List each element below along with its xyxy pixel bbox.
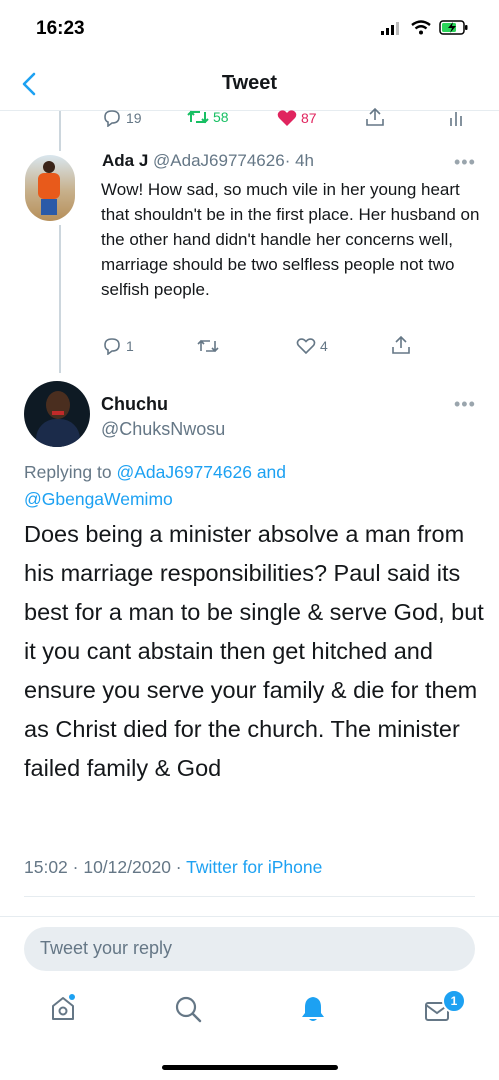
chuchu-name[interactable]: Chuchu <box>101 394 168 415</box>
search-icon[interactable] <box>174 995 202 1023</box>
heart-filled-icon <box>277 110 297 126</box>
ada-time: · 4h <box>284 151 314 170</box>
messages-badge: 1 <box>442 989 466 1013</box>
ada-like-button[interactable]: 4 <box>296 337 328 355</box>
tweet-meta: 15:02 · 10/12/2020 · Twitter for iPhone <box>24 857 322 878</box>
replying-and: and <box>256 462 287 482</box>
replying-user-1[interactable]: @AdaJ69774626 <box>116 462 252 482</box>
share-icon <box>392 335 410 354</box>
avatar-ada[interactable] <box>25 155 75 221</box>
home-indicator <box>162 1065 338 1070</box>
ada-like-count: 4 <box>320 338 328 354</box>
ada-header: Ada J @AdaJ69774626· 4h <box>102 151 314 171</box>
heart-icon <box>296 338 316 355</box>
prev-reply-button[interactable]: 19 <box>102 109 142 127</box>
replying-to: Replying to @AdaJ69774626 and @GbengaWem… <box>24 459 464 513</box>
prev-like-button[interactable]: 87 <box>277 109 317 127</box>
avatar-chuchu[interactable] <box>24 381 90 447</box>
ada-retweet-button[interactable] <box>197 338 219 354</box>
ada-more-icon[interactable]: ••• <box>454 152 476 173</box>
prev-share-button[interactable] <box>365 107 385 127</box>
thread-line-mid <box>59 225 61 373</box>
prev-like-count: 87 <box>301 110 317 126</box>
status-icons <box>381 20 469 35</box>
page-title: Tweet <box>221 72 278 94</box>
tweet-source[interactable]: Twitter for iPhone <box>186 857 322 877</box>
battery-icon <box>439 20 468 35</box>
notifications-bell-icon[interactable] <box>300 995 326 1023</box>
reply-icon <box>104 338 120 355</box>
chuchu-more-icon[interactable]: ••• <box>454 394 476 415</box>
ada-reply-button[interactable]: 1 <box>102 337 134 355</box>
ada-name[interactable]: Ada J <box>102 151 148 170</box>
analytics-icon <box>450 112 462 126</box>
home-icon[interactable] <box>50 994 76 1022</box>
main-tweet-text: Does being a minister absolve a man from… <box>24 521 484 781</box>
ada-share-button[interactable] <box>391 335 411 355</box>
signal-icon <box>381 21 399 35</box>
chuchu-handle[interactable]: @ChuksNwosu <box>101 419 225 440</box>
replying-prefix: Replying to <box>24 462 112 482</box>
status-time: 16:23 <box>36 18 85 39</box>
prev-retweet-button[interactable]: 58 <box>187 109 229 125</box>
wifi-icon <box>411 20 431 35</box>
retweet-icon <box>197 339 219 353</box>
prev-retweet-count: 58 <box>213 109 229 125</box>
reply-bar-border <box>0 916 499 917</box>
thread-line-top <box>59 111 61 151</box>
reply-icon <box>104 110 120 127</box>
retweet-icon <box>187 110 209 124</box>
ada-handle[interactable]: @AdaJ69774626 <box>153 151 285 170</box>
reply-placeholder: Tweet your reply <box>40 938 173 958</box>
ada-reply-count: 1 <box>126 338 134 354</box>
prev-reply-count: 19 <box>126 110 142 126</box>
tweet-timestamp: 15:02 · 10/12/2020 · <box>24 857 182 877</box>
prev-analytics-button[interactable] <box>449 110 463 126</box>
share-icon <box>366 107 384 126</box>
divider <box>24 896 475 897</box>
replying-user-2[interactable]: @GbengaWemimo <box>24 489 173 509</box>
ada-tweet-text: Wow! How sad, so much vile in her young … <box>101 180 480 299</box>
